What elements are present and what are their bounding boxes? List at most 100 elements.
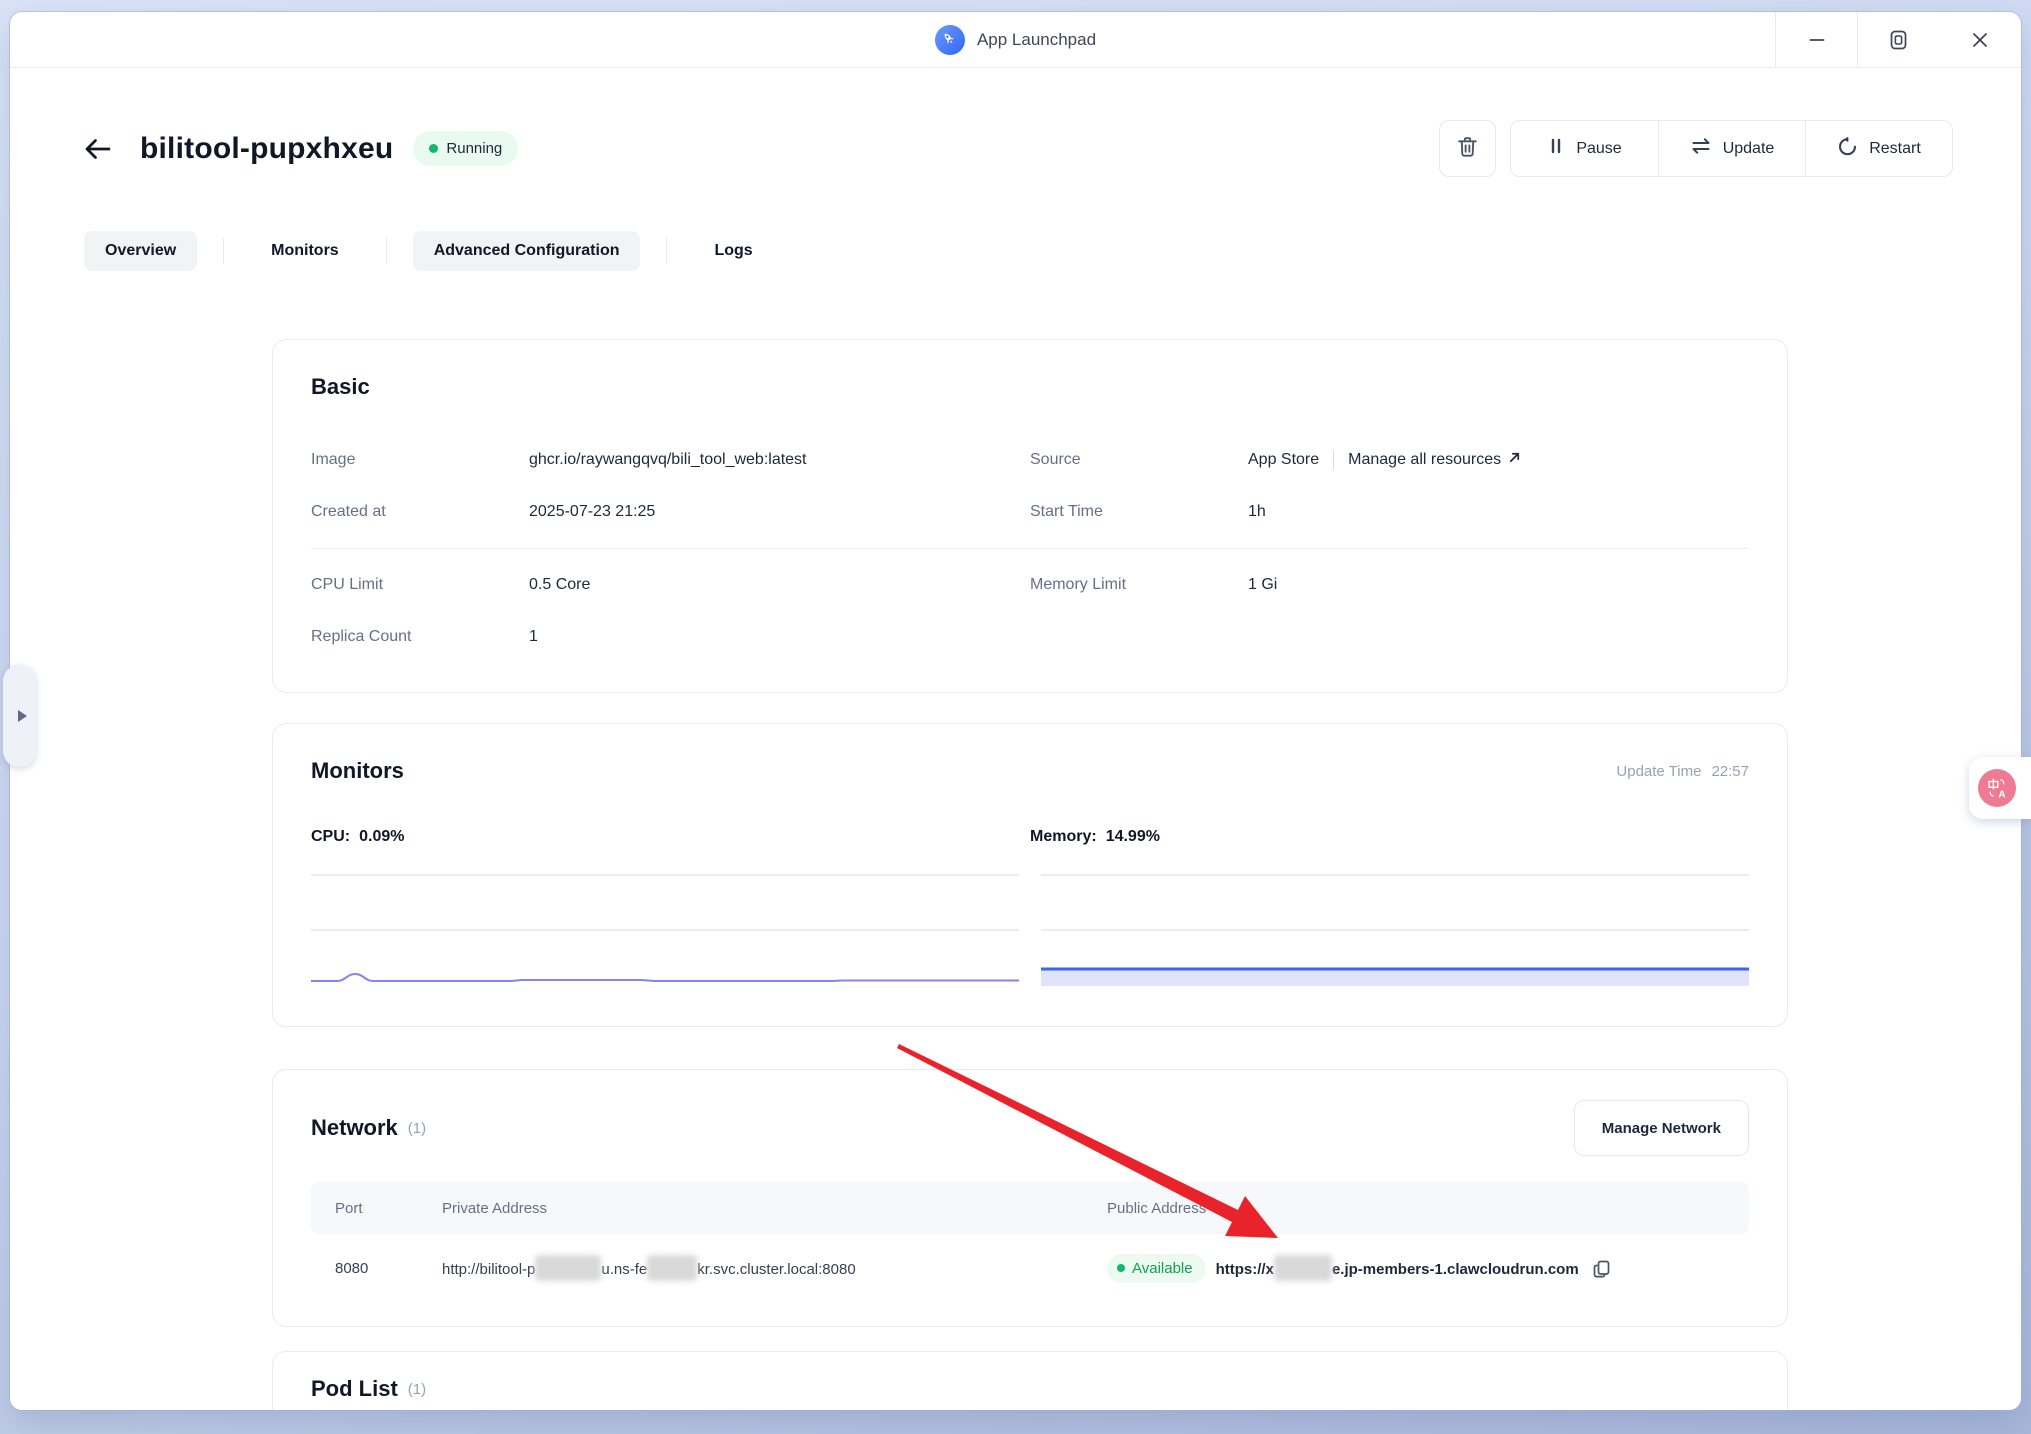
network-count: (1) [408,1120,426,1137]
source-value: App Store [1248,451,1319,469]
memory-stat-value: 14.99% [1106,828,1160,846]
window-title-group: App Launchpad [935,25,1096,55]
cpu-stat-value: 0.09% [359,828,404,846]
tab-divider [666,238,667,264]
table-row: 8080 http://bilitool-pu.ns-fekr.svc.clus… [311,1240,1749,1296]
status-dot-icon [429,144,438,153]
maximize-button[interactable] [1857,12,1939,67]
availability-label: Available [1132,1260,1193,1277]
header-actions: Pause Update [1439,120,1953,177]
pause-button-label: Pause [1576,140,1621,158]
source-label: Source [1030,451,1248,469]
public-url[interactable]: https://xe.jp-members-1.clawcloudrun.com [1216,1255,1579,1281]
window-controls [1775,12,2021,67]
translate-button[interactable]: A [1969,757,2031,819]
memory-stat-label: Memory: [1030,828,1097,846]
svg-text:A: A [1998,789,2006,800]
memory-limit-value: 1 Gi [1248,576,1277,594]
start-time-label: Start Time [1030,503,1248,521]
availability-badge: Available [1107,1254,1206,1283]
basic-card-title: Basic [311,374,1749,400]
basic-fields: Image ghcr.io/raywangqvq/bili_tool_web:l… [311,434,1749,663]
tab-divider [386,238,387,264]
monitors-card: Monitors Update Time 22:57 CPU: 0.09% Me… [272,723,1788,1027]
network-table: Port Private Address Public Address 8080… [311,1182,1749,1296]
cpu-limit-label: CPU Limit [311,576,529,594]
window-titlebar: App Launchpad [10,12,2021,68]
sidebar-expand-handle[interactable] [3,665,36,767]
update-time: Update Time 22:57 [1616,763,1749,780]
redaction-blur [1274,1255,1332,1281]
window-title: App Launchpad [977,30,1096,50]
manage-all-resources-label: Manage all resources [1348,451,1501,469]
update-button[interactable]: Update [1658,121,1805,176]
tab-advanced-configuration[interactable]: Advanced Configuration [413,231,641,271]
monitors-card-title: Monitors [311,758,404,784]
chevron-right-icon [18,710,27,722]
created-at-value: 2025-07-23 21:25 [529,503,655,521]
basic-card: Basic Image ghcr.io/raywangqvq/bili_tool… [272,339,1788,693]
tab-overview[interactable]: Overview [84,231,197,271]
tab-logs[interactable]: Logs [693,231,773,271]
redaction-blur [647,1255,697,1281]
source-divider [1333,450,1334,470]
translate-icon: A [1978,769,2016,807]
created-at-label: Created at [311,503,529,521]
restart-button-label: Restart [1869,140,1921,158]
pause-button[interactable]: Pause [1511,121,1658,176]
manage-network-button[interactable]: Manage Network [1574,1100,1749,1156]
pause-icon [1547,137,1565,160]
image-value: ghcr.io/raywangqvq/bili_tool_web:latest [529,451,807,469]
replica-count-label: Replica Count [311,628,529,646]
pod-list-title: Pod List [311,1376,398,1402]
column-private-address: Private Address [442,1200,1107,1217]
page-title: bilitool-pupxhxeu [140,132,393,166]
app-window: App Launchpad bilitool-pupxhxeu Running [10,12,2021,1410]
status-badge-label: Running [446,140,502,157]
available-dot-icon [1117,1264,1125,1272]
network-card: Network (1) Manage Network Port Private … [272,1069,1788,1327]
tab-bar: Overview Monitors Advanced Configuration… [84,231,2021,271]
pod-list-count: (1) [408,1381,426,1398]
minimize-button[interactable] [1775,12,1857,67]
copy-url-button[interactable] [1591,1258,1612,1279]
trash-icon [1455,134,1480,164]
image-label: Image [311,451,529,469]
swap-arrows-icon [1690,135,1712,162]
memory-limit-label: Memory Limit [1030,576,1248,594]
update-time-value: 22:57 [1711,763,1749,780]
manage-all-resources-link[interactable]: Manage all resources [1348,450,1522,470]
memory-usage-chart [1041,870,1749,986]
close-button[interactable] [1939,12,2021,67]
back-button[interactable] [78,130,116,168]
app-action-buttons: Pause Update [1510,120,1953,177]
basic-divider [311,548,1749,549]
redaction-blur [535,1255,601,1281]
restart-button[interactable]: Restart [1805,121,1952,176]
public-address: Available https://xe.jp-members-1.clawcl… [1107,1254,1749,1283]
update-button-label: Update [1723,140,1775,158]
cards-column: Basic Image ghcr.io/raywangqvq/bili_tool… [272,339,1788,1410]
tab-divider [223,238,224,264]
column-public-address: Public Address [1107,1200,1749,1217]
start-time-value: 1h [1248,503,1266,521]
page-header: bilitool-pupxhxeu Running [78,120,1953,177]
private-address: http://bilitool-pu.ns-fekr.svc.cluster.l… [442,1255,1107,1281]
port-value: 8080 [311,1260,442,1277]
network-card-title: Network [311,1115,398,1141]
external-arrow-icon [1507,450,1522,470]
cpu-usage-chart [311,870,1019,986]
status-badge: Running [413,131,518,166]
cpu-stat-label: CPU: [311,828,350,846]
rocket-icon [935,25,965,55]
restart-icon [1837,136,1858,162]
cpu-limit-value: 0.5 Core [529,576,590,594]
network-table-header: Port Private Address Public Address [311,1182,1749,1234]
replica-count-value: 1 [529,628,538,646]
main-content: bilitool-pupxhxeu Running [10,68,2021,1410]
update-time-label: Update Time [1616,763,1701,780]
pod-list-card: Pod List (1) [272,1351,1788,1410]
column-port: Port [311,1200,442,1217]
tab-monitors[interactable]: Monitors [250,231,360,271]
delete-button[interactable] [1439,120,1496,177]
